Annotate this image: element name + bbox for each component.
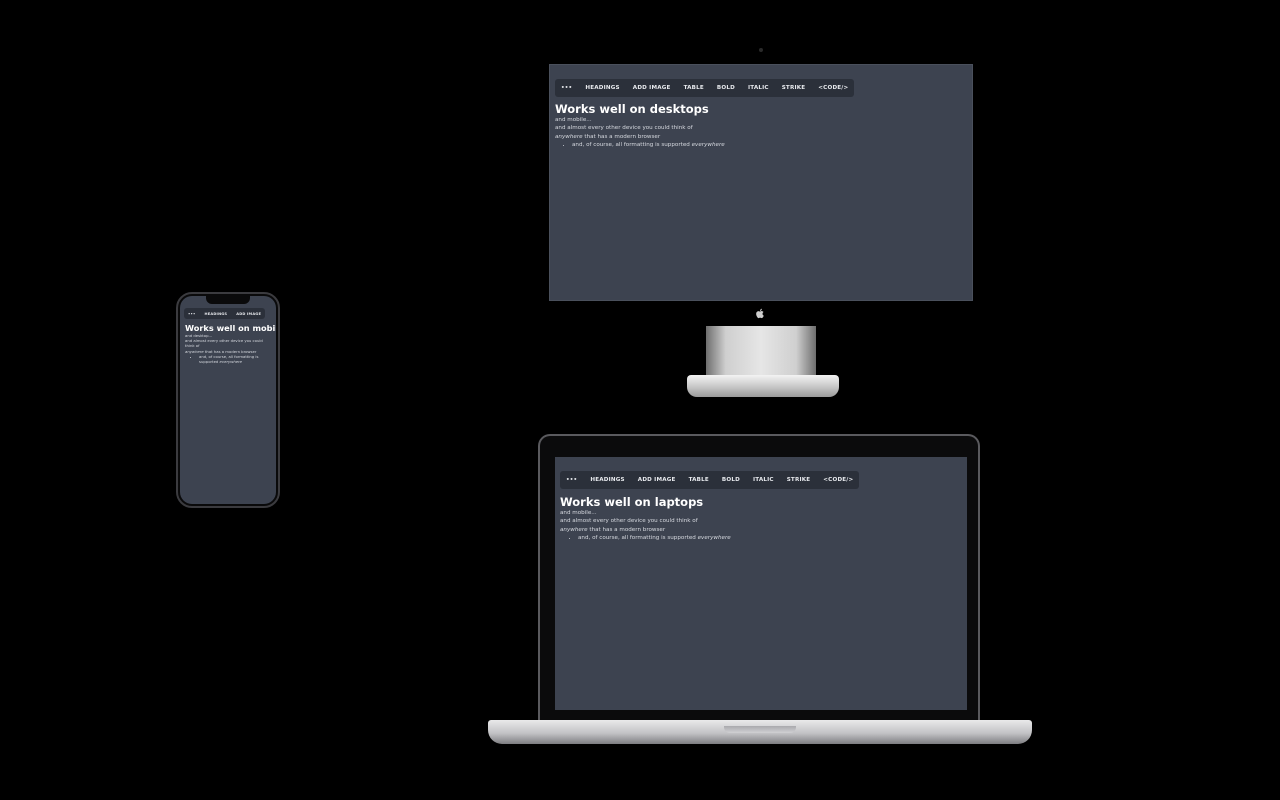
headings-button[interactable]: HEADINGS bbox=[585, 85, 619, 91]
doc-line: and mobile... bbox=[555, 117, 592, 123]
doc-line: and almost every other device you could … bbox=[185, 338, 263, 349]
italic-text: everywhere bbox=[697, 535, 731, 542]
add-image-button[interactable]: ADD IMAGE bbox=[633, 85, 671, 91]
doc-text: and, of course, all formatting is suppor… bbox=[578, 535, 698, 542]
editor-content[interactable]: Works well on mobile and desktop... and … bbox=[185, 323, 276, 364]
editor-content[interactable]: Works well on desktops and mobile... and… bbox=[555, 102, 725, 150]
bold-button[interactable]: BOLD bbox=[722, 477, 740, 483]
laptop-open-notch bbox=[724, 726, 796, 733]
editor-toolbar: ••• HEADINGS ADD IMAGE bbox=[184, 308, 266, 319]
italic-text: anywhere bbox=[560, 526, 588, 533]
doc-text: that has a modern browser bbox=[582, 133, 661, 140]
phone-screen: ••• HEADINGS ADD IMAGE Works well on mob… bbox=[180, 296, 276, 504]
phone-notch bbox=[206, 296, 250, 304]
doc-heading: Works well on laptops bbox=[560, 495, 704, 509]
italic-text: everywhere bbox=[691, 142, 725, 149]
doc-line: and mobile... bbox=[560, 510, 597, 516]
table-button[interactable]: TABLE bbox=[684, 85, 704, 91]
doc-line: anywhere that has a modern browser bbox=[555, 133, 725, 141]
monitor-stand-neck bbox=[706, 326, 816, 378]
italic-text: anywhere bbox=[555, 133, 583, 140]
italic-text: everywhere bbox=[219, 359, 243, 365]
code-button[interactable]: <CODE/> bbox=[818, 85, 848, 91]
strike-button[interactable]: STRIKE bbox=[782, 85, 806, 91]
apple-logo-icon bbox=[755, 308, 766, 319]
doc-text: and, of course, all formatting is suppor… bbox=[572, 142, 692, 149]
doc-heading: Works well on mobile bbox=[185, 323, 276, 333]
doc-line: and almost every other device you could … bbox=[555, 125, 693, 132]
headings-button[interactable]: HEADINGS bbox=[590, 477, 624, 483]
monitor-stand-base bbox=[687, 375, 839, 397]
headings-button[interactable]: HEADINGS bbox=[205, 312, 228, 316]
doc-line: and almost every other device you could … bbox=[560, 518, 698, 525]
bold-button[interactable]: BOLD bbox=[717, 85, 735, 91]
add-image-button[interactable]: ADD IMAGE bbox=[638, 477, 676, 483]
table-button[interactable]: TABLE bbox=[689, 477, 709, 483]
editor-toolbar: ••• HEADINGS ADD IMAGE TABLE BOLD ITALIC… bbox=[555, 79, 855, 97]
editor-content[interactable]: Works well on laptops and mobile... and … bbox=[560, 495, 731, 543]
list-item: and, of course, all formatting is suppor… bbox=[199, 354, 273, 364]
strike-button[interactable]: STRIKE bbox=[787, 477, 811, 483]
italic-button[interactable]: ITALIC bbox=[748, 85, 769, 91]
more-options-button[interactable]: ••• bbox=[188, 312, 196, 316]
bullet-list: and, of course, all formatting is suppor… bbox=[555, 141, 725, 149]
italic-button[interactable]: ITALIC bbox=[753, 477, 774, 483]
bullet-list: and, of course, all formatting is suppor… bbox=[560, 534, 731, 542]
code-button[interactable]: <CODE/> bbox=[823, 477, 853, 483]
more-options-button[interactable]: ••• bbox=[561, 85, 572, 91]
doc-heading: Works well on desktops bbox=[555, 102, 709, 116]
list-item: and, of course, all formatting is suppor… bbox=[572, 141, 725, 149]
bullet-list: and, of course, all formatting is suppor… bbox=[185, 354, 273, 364]
list-item: and, of course, all formatting is suppor… bbox=[578, 534, 731, 542]
add-image-button[interactable]: ADD IMAGE bbox=[236, 312, 261, 316]
desktop-screen: ••• HEADINGS ADD IMAGE TABLE BOLD ITALIC… bbox=[549, 64, 973, 301]
more-options-button[interactable]: ••• bbox=[566, 477, 577, 483]
monitor-camera bbox=[759, 48, 763, 52]
doc-text: that has a modern browser bbox=[587, 526, 666, 533]
editor-toolbar: ••• HEADINGS ADD IMAGE TABLE BOLD ITALIC… bbox=[560, 471, 860, 489]
doc-line: anywhere that has a modern browser bbox=[560, 526, 731, 534]
laptop-screen: ••• HEADINGS ADD IMAGE TABLE BOLD ITALIC… bbox=[555, 457, 967, 710]
